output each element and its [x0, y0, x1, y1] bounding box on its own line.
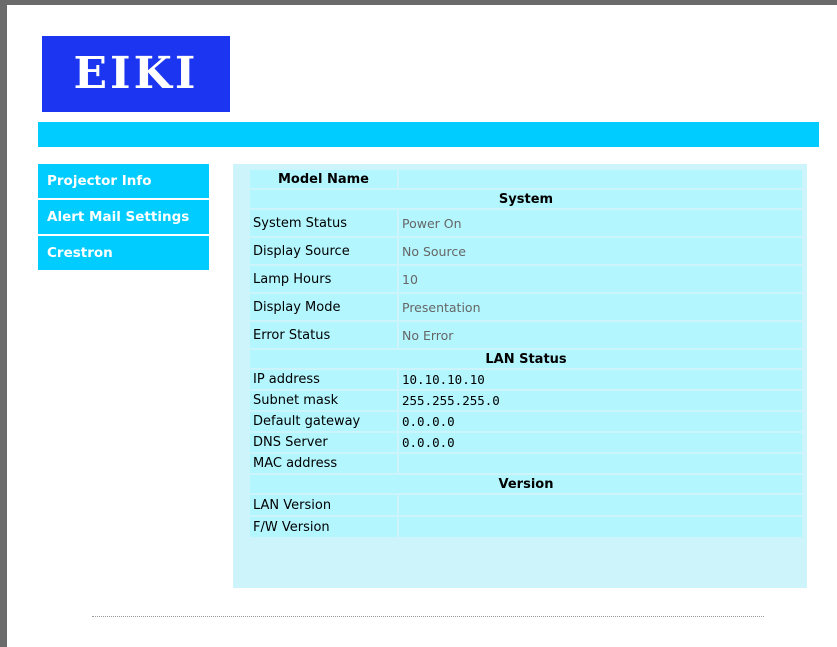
table-row: Display Mode Presentation — [250, 294, 802, 320]
table-row: LAN Version — [250, 495, 802, 515]
dns-server-label: DNS Server — [250, 433, 397, 452]
lan-version-label: LAN Version — [250, 495, 397, 515]
lamp-hours-label: Lamp Hours — [250, 266, 397, 292]
header-bar — [38, 122, 819, 147]
sidebar-nav: Projector Info Alert Mail Settings Crest… — [38, 164, 209, 272]
section-header-lan: LAN Status — [250, 350, 802, 368]
system-header: System — [250, 190, 802, 208]
table-row: DNS Server 0.0.0.0 — [250, 433, 802, 452]
system-status-value: Power On — [399, 210, 802, 236]
subnet-mask-value: 255.255.255.0 — [399, 391, 802, 410]
table-row: Subnet mask 255.255.255.0 — [250, 391, 802, 410]
table-row: F/W Version — [250, 517, 802, 537]
error-status-label: Error Status — [250, 322, 397, 348]
table-row: Default gateway 0.0.0.0 — [250, 412, 802, 431]
fw-version-label: F/W Version — [250, 517, 397, 537]
lamp-hours-value: 10 — [399, 266, 802, 292]
footer-divider — [92, 616, 764, 617]
logo-text: EIKI — [73, 48, 199, 99]
version-header: Version — [250, 475, 802, 493]
display-mode-label: Display Mode — [250, 294, 397, 320]
dns-server-value: 0.0.0.0 — [399, 433, 802, 452]
display-source-value: No Source — [399, 238, 802, 264]
ip-address-label: IP address — [250, 370, 397, 389]
lan-status-header: LAN Status — [250, 350, 802, 368]
default-gateway-label: Default gateway — [250, 412, 397, 431]
model-name-label: Model Name — [250, 170, 397, 188]
mac-address-value — [399, 454, 802, 473]
model-name-value — [399, 170, 802, 188]
lan-version-value — [399, 495, 802, 515]
projector-info-table: Model Name System System Status Power On… — [248, 168, 804, 539]
display-source-label: Display Source — [250, 238, 397, 264]
table-row: MAC address — [250, 454, 802, 473]
nav-crestron[interactable]: Crestron — [38, 236, 209, 270]
error-status-value: No Error — [399, 322, 802, 348]
ip-address-value: 10.10.10.10 — [399, 370, 802, 389]
fw-version-value — [399, 517, 802, 537]
nav-projector-info[interactable]: Projector Info — [38, 164, 209, 198]
system-status-label: System Status — [250, 210, 397, 236]
eiki-logo: EIKI — [42, 36, 230, 112]
subnet-mask-label: Subnet mask — [250, 391, 397, 410]
section-header-system: System — [250, 190, 802, 208]
table-row: IP address 10.10.10.10 — [250, 370, 802, 389]
section-header-version: Version — [250, 475, 802, 493]
table-row: Error Status No Error — [250, 322, 802, 348]
mac-address-label: MAC address — [250, 454, 397, 473]
window-frame-top — [0, 0, 837, 5]
projector-info-panel: Model Name System System Status Power On… — [233, 164, 807, 588]
table-row: Lamp Hours 10 — [250, 266, 802, 292]
table-row: System Status Power On — [250, 210, 802, 236]
model-name-row: Model Name — [250, 170, 802, 188]
window-frame-left — [0, 0, 7, 647]
default-gateway-value: 0.0.0.0 — [399, 412, 802, 431]
nav-alert-mail-settings[interactable]: Alert Mail Settings — [38, 200, 209, 234]
display-mode-value: Presentation — [399, 294, 802, 320]
table-row: Display Source No Source — [250, 238, 802, 264]
